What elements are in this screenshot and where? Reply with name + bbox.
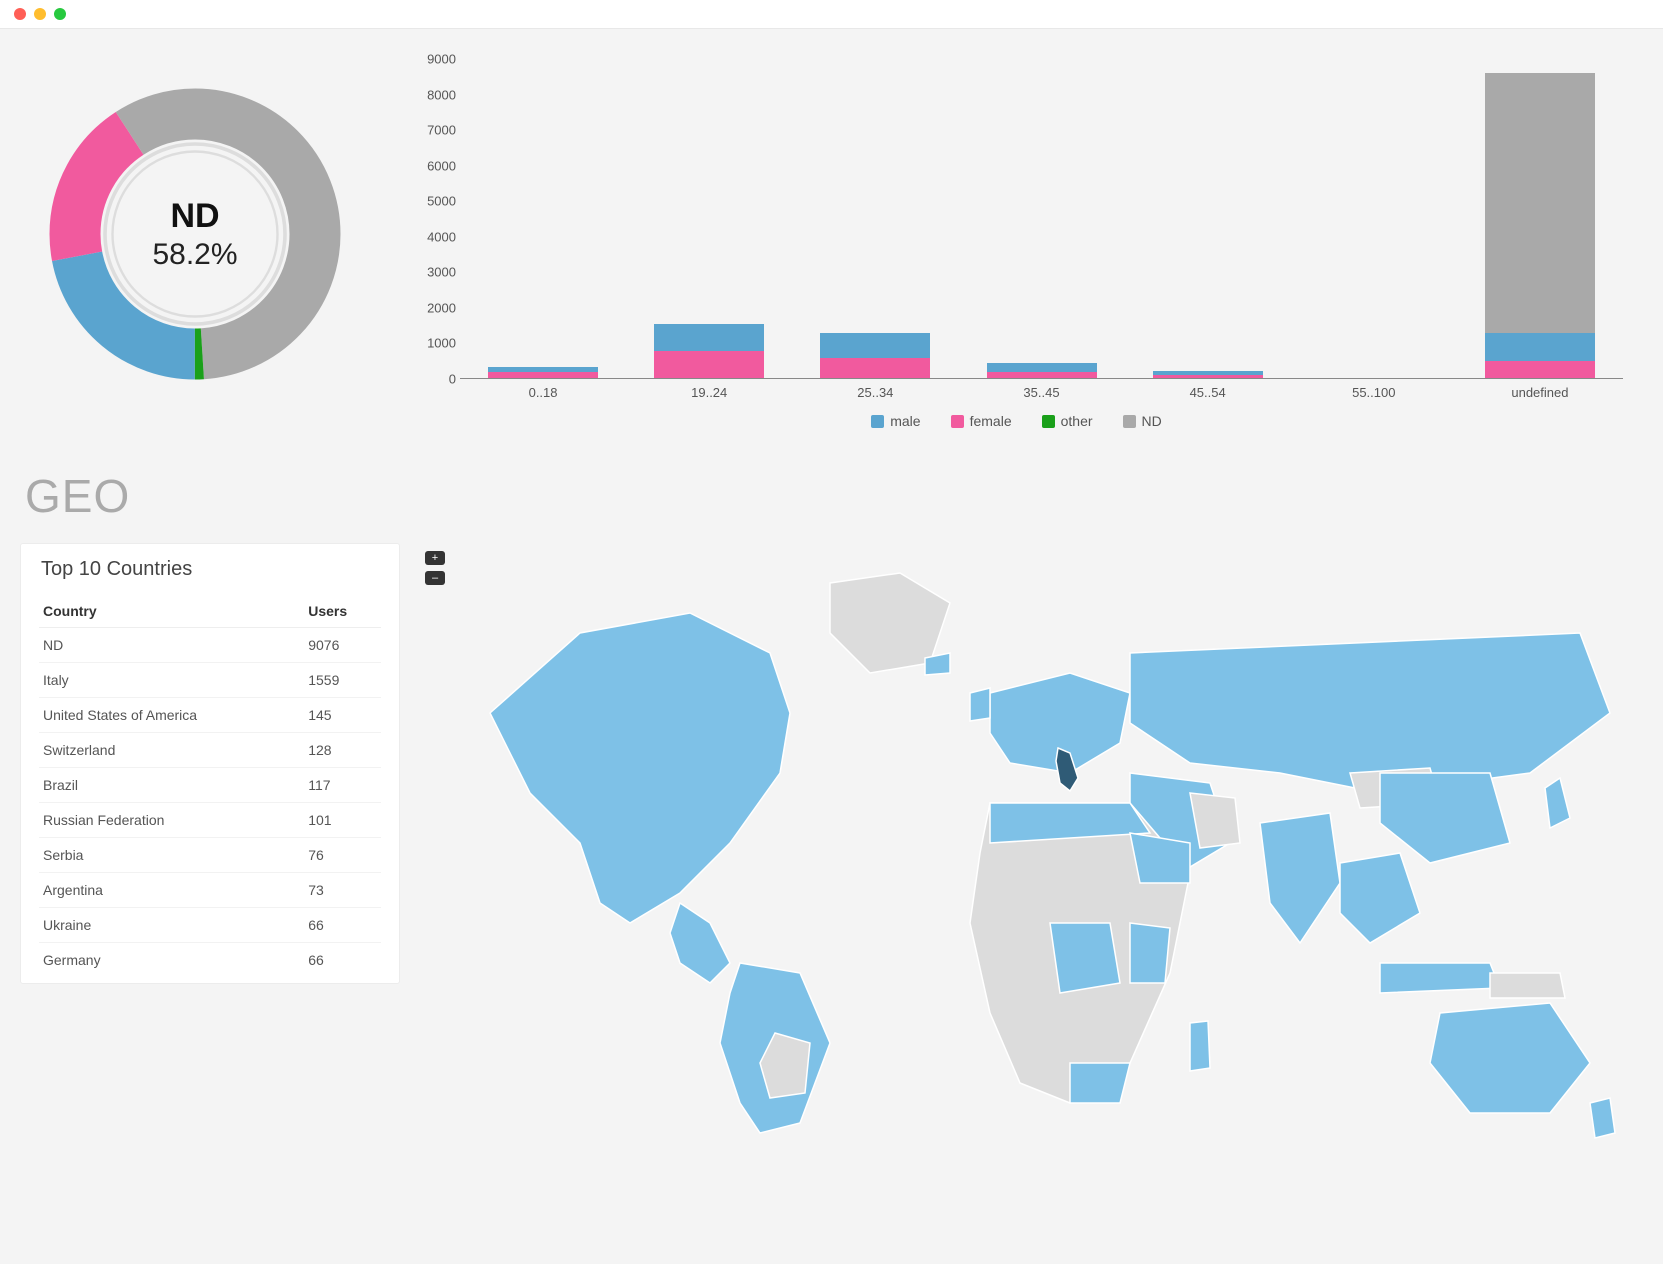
window-close-dot[interactable] (14, 8, 26, 20)
cell-country: Argentina (39, 873, 304, 908)
bar-segment-female (654, 351, 764, 379)
legend-label: male (890, 413, 920, 429)
x-tick-label: 45..54 (1148, 385, 1268, 400)
y-tick: 8000 (400, 87, 456, 102)
table-row: Argentina73 (39, 873, 381, 908)
top-countries-table: Country Users ND9076Italy1559United Stat… (39, 595, 381, 977)
y-tick: 3000 (400, 265, 456, 280)
bar-column (820, 333, 930, 379)
dashboard-page: ND 58.2% 0 1000 2000 3000 4000 5000 6000 7000 80… (0, 29, 1663, 1203)
cell-country: Switzerland (39, 733, 304, 768)
cell-country: ND (39, 628, 304, 663)
table-row: ND9076 (39, 628, 381, 663)
x-tick-label: 35..45 (982, 385, 1102, 400)
bar-segment-female (820, 358, 930, 379)
cell-users: 117 (304, 768, 381, 803)
y-tick: 7000 (400, 123, 456, 138)
legend-label: ND (1142, 413, 1162, 429)
bar-segment-male (654, 324, 764, 351)
top-countries-title: Top 10 Countries (41, 558, 381, 581)
bar-column (987, 363, 1097, 379)
donut-center-pct: 58.2% (152, 238, 237, 272)
cell-users: 76 (304, 838, 381, 873)
x-tick-label: undefined (1480, 385, 1600, 400)
cell-country: Germany (39, 943, 304, 978)
donut-center-label: ND (170, 197, 219, 236)
bar-segment-female (1485, 361, 1595, 379)
legend-swatch-nd (1123, 415, 1136, 428)
x-axis (460, 378, 1623, 379)
bar-column (1485, 73, 1595, 379)
world-map: + – (430, 543, 1633, 1163)
x-tick-label: 0..18 (483, 385, 603, 400)
x-tick-label: 19..24 (649, 385, 769, 400)
bar-segment-ND (1485, 73, 1595, 333)
map-zoom-out[interactable]: – (425, 571, 445, 585)
geo-row: Top 10 Countries Country Users ND9076Ita… (20, 543, 1633, 1163)
bars-area: 0..1819..2425..3435..4545..5455..100unde… (460, 59, 1623, 379)
table-row: Russian Federation101 (39, 803, 381, 838)
bar-segment-male (820, 333, 930, 358)
bar-segment-male (1485, 333, 1595, 361)
cell-users: 1559 (304, 663, 381, 698)
cell-users: 101 (304, 803, 381, 838)
bar-segment-male (987, 363, 1097, 372)
legend-swatch-female (951, 415, 964, 428)
legend-label: other (1061, 413, 1093, 429)
donut-chart: ND 58.2% (20, 49, 370, 419)
cell-users: 9076 (304, 628, 381, 663)
table-row: Switzerland128 (39, 733, 381, 768)
legend-item-male: male (871, 413, 920, 429)
table-row: Italy1559 (39, 663, 381, 698)
col-country: Country (39, 595, 304, 628)
bar-column (654, 324, 764, 379)
legend-item-other: other (1042, 413, 1093, 429)
top-countries-card: Top 10 Countries Country Users ND9076Ita… (20, 543, 400, 984)
geo-heading: GEO (25, 469, 1633, 523)
table-row: Brazil117 (39, 768, 381, 803)
map-zoom-controls: + – (425, 551, 445, 585)
y-axis: 0100020003000400050006000700080009000 (400, 59, 456, 379)
window-zoom-dot[interactable] (54, 8, 66, 20)
legend-item-female: female (951, 413, 1012, 429)
cell-country: Brazil (39, 768, 304, 803)
legend-item-nd: ND (1123, 413, 1162, 429)
cell-users: 145 (304, 698, 381, 733)
cell-country: Serbia (39, 838, 304, 873)
legend-label: female (970, 413, 1012, 429)
col-users: Users (304, 595, 381, 628)
y-tick: 4000 (400, 229, 456, 244)
y-tick: 2000 (400, 300, 456, 315)
cell-country: Ukraine (39, 908, 304, 943)
cell-country: Russian Federation (39, 803, 304, 838)
y-tick: 5000 (400, 194, 456, 209)
y-tick: 6000 (400, 158, 456, 173)
donut-center: ND 58.2% (45, 84, 345, 384)
cell-users: 66 (304, 908, 381, 943)
age-bar-chart: 0 1000 2000 3000 4000 5000 6000 7000 8000 9000 0.… (400, 49, 1633, 429)
window-minimize-dot[interactable] (34, 8, 46, 20)
table-row: Serbia76 (39, 838, 381, 873)
cell-users: 66 (304, 943, 381, 978)
cell-country: Italy (39, 663, 304, 698)
table-row: United States of America145 (39, 698, 381, 733)
legend-swatch-other (1042, 415, 1055, 428)
cell-users: 128 (304, 733, 381, 768)
table-row: Ukraine66 (39, 908, 381, 943)
map-zoom-in[interactable]: + (425, 551, 445, 565)
cell-users: 73 (304, 873, 381, 908)
y-tick: 1000 (400, 336, 456, 351)
legend-swatch-male (871, 415, 884, 428)
top-row: ND 58.2% 0 1000 2000 3000 4000 5000 6000 7000 80… (20, 49, 1633, 429)
y-tick: 0 (400, 372, 456, 387)
world-map-svg (430, 543, 1630, 1143)
table-row: Germany66 (39, 943, 381, 978)
cell-country: United States of America (39, 698, 304, 733)
x-tick-label: 25..34 (815, 385, 935, 400)
x-tick-label: 55..100 (1314, 385, 1434, 400)
bar-chart-plot: 0100020003000400050006000700080009000 0.… (460, 59, 1623, 379)
window-chrome (0, 0, 1663, 29)
y-tick: 9000 (400, 52, 456, 67)
bar-legend: male female other ND (400, 413, 1633, 429)
